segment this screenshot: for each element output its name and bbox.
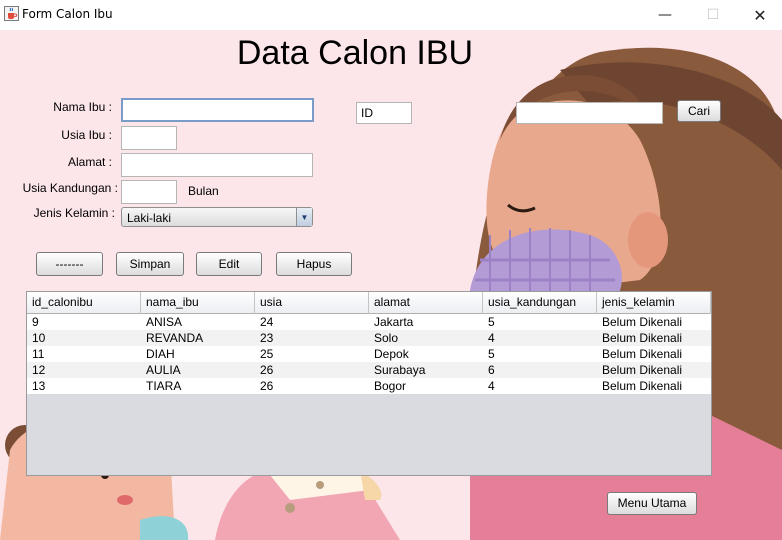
maximize-button[interactable]: ☐ bbox=[690, 0, 736, 30]
window-title: Form Calon Ibu bbox=[22, 7, 113, 21]
edit-button[interactable]: Edit bbox=[196, 252, 262, 276]
table-row[interactable]: 10 REVANDA 23 Solo 4 Belum Dikenali bbox=[27, 330, 711, 346]
table-cell: Belum Dikenali bbox=[602, 315, 683, 329]
table-cell: 4 bbox=[488, 331, 495, 345]
menu-utama-button[interactable]: Menu Utama bbox=[607, 492, 697, 515]
table-cell: Solo bbox=[374, 331, 399, 345]
table-cell: 26 bbox=[260, 379, 274, 393]
jenis-kelamin-select[interactable]: Laki-laki ▼ bbox=[121, 207, 313, 227]
jenis-kelamin-value: Laki-laki bbox=[127, 211, 172, 225]
table-cell: 12 bbox=[32, 363, 46, 377]
table-row[interactable]: 13 TIARA 26 Bogor 4 Belum Dikenali bbox=[27, 378, 711, 394]
minimize-button[interactable]: — bbox=[642, 0, 688, 30]
table-row[interactable]: 11 DIAH 25 Depok 5 Belum Dikenali bbox=[27, 346, 711, 362]
cari-button[interactable]: Cari bbox=[677, 100, 721, 122]
triangle-down-icon[interactable]: ▼ bbox=[296, 208, 312, 226]
usia-ibu-label: Usia Ibu : bbox=[61, 128, 112, 142]
bulan-label: Bulan bbox=[188, 184, 219, 198]
alamat-label: Alamat : bbox=[67, 155, 112, 169]
table-cell: TIARA bbox=[146, 379, 182, 393]
table-cell: 5 bbox=[488, 347, 495, 361]
jenis-kelamin-label: Jenis Kelamin : bbox=[33, 206, 115, 220]
alamat-input[interactable] bbox=[121, 153, 313, 177]
table-cell: 13 bbox=[32, 379, 46, 393]
table-cell: Belum Dikenali bbox=[602, 331, 683, 345]
usia-ibu-input[interactable] bbox=[121, 126, 177, 150]
column-header[interactable]: usia_kandungan bbox=[483, 292, 597, 314]
table-row[interactable]: 12 AULIA 26 Surabaya 6 Belum Dikenali bbox=[27, 362, 711, 378]
table-cell: 23 bbox=[260, 331, 274, 345]
id-field[interactable]: ID bbox=[356, 102, 412, 124]
table-cell: 9 bbox=[32, 315, 39, 329]
table-row[interactable]: 9 ANISA 24 Jakarta 5 Belum Dikenali bbox=[27, 314, 711, 330]
usia-kandungan-label: Usia Kandungan : bbox=[22, 181, 118, 195]
nama-ibu-label: Nama Ibu : bbox=[53, 100, 112, 114]
table-cell: REVANDA bbox=[146, 331, 204, 345]
table-cell: 6 bbox=[488, 363, 495, 377]
table-cell: 4 bbox=[488, 379, 495, 393]
table-cell: Jakarta bbox=[374, 315, 414, 329]
table-cell: Belum Dikenali bbox=[602, 347, 683, 361]
close-button[interactable]: ✕ bbox=[737, 0, 782, 30]
table-cell: 26 bbox=[260, 363, 274, 377]
table-cell: 24 bbox=[260, 315, 274, 329]
table-cell: Depok bbox=[374, 347, 409, 361]
page-heading: Data Calon IBU bbox=[236, 34, 474, 72]
data-table[interactable]: id_calonibu nama_ibu usia alamat usia_ka… bbox=[26, 291, 712, 476]
table-cell: 11 bbox=[32, 347, 45, 361]
table-cell: 10 bbox=[32, 331, 46, 345]
nama-ibu-input[interactable] bbox=[121, 98, 314, 122]
title-bar: Form Calon Ibu — ☐ ✕ bbox=[0, 0, 782, 30]
column-header[interactable]: alamat bbox=[369, 292, 483, 314]
table-cell: 25 bbox=[260, 347, 274, 361]
simpan-button[interactable]: Simpan bbox=[116, 252, 184, 276]
form-panel: Data Calon IBU Nama Ibu : Usia Ibu : Ala… bbox=[0, 30, 782, 540]
search-input[interactable] bbox=[516, 102, 663, 124]
table-cell: ANISA bbox=[146, 315, 183, 329]
blank-button[interactable]: ------- bbox=[36, 252, 103, 276]
table-cell: Surabaya bbox=[374, 363, 426, 377]
column-header[interactable]: jenis_kelamin bbox=[597, 292, 711, 314]
column-header[interactable]: usia bbox=[255, 292, 369, 314]
table-header: id_calonibu nama_ibu usia alamat usia_ka… bbox=[27, 292, 711, 314]
hapus-button[interactable]: Hapus bbox=[276, 252, 352, 276]
table-cell: Bogor bbox=[374, 379, 407, 393]
table-cell: Belum Dikenali bbox=[602, 379, 683, 393]
java-cup-icon bbox=[4, 6, 19, 21]
column-header[interactable]: id_calonibu bbox=[27, 292, 141, 314]
table-cell: Belum Dikenali bbox=[602, 363, 683, 377]
table-cell: 5 bbox=[488, 315, 495, 329]
table-body: 9 ANISA 24 Jakarta 5 Belum Dikenali 10 R… bbox=[27, 314, 711, 394]
column-header[interactable]: nama_ibu bbox=[141, 292, 255, 314]
table-cell: DIAH bbox=[146, 347, 175, 361]
table-cell: AULIA bbox=[146, 363, 181, 377]
usia-kandungan-input[interactable] bbox=[121, 180, 177, 204]
